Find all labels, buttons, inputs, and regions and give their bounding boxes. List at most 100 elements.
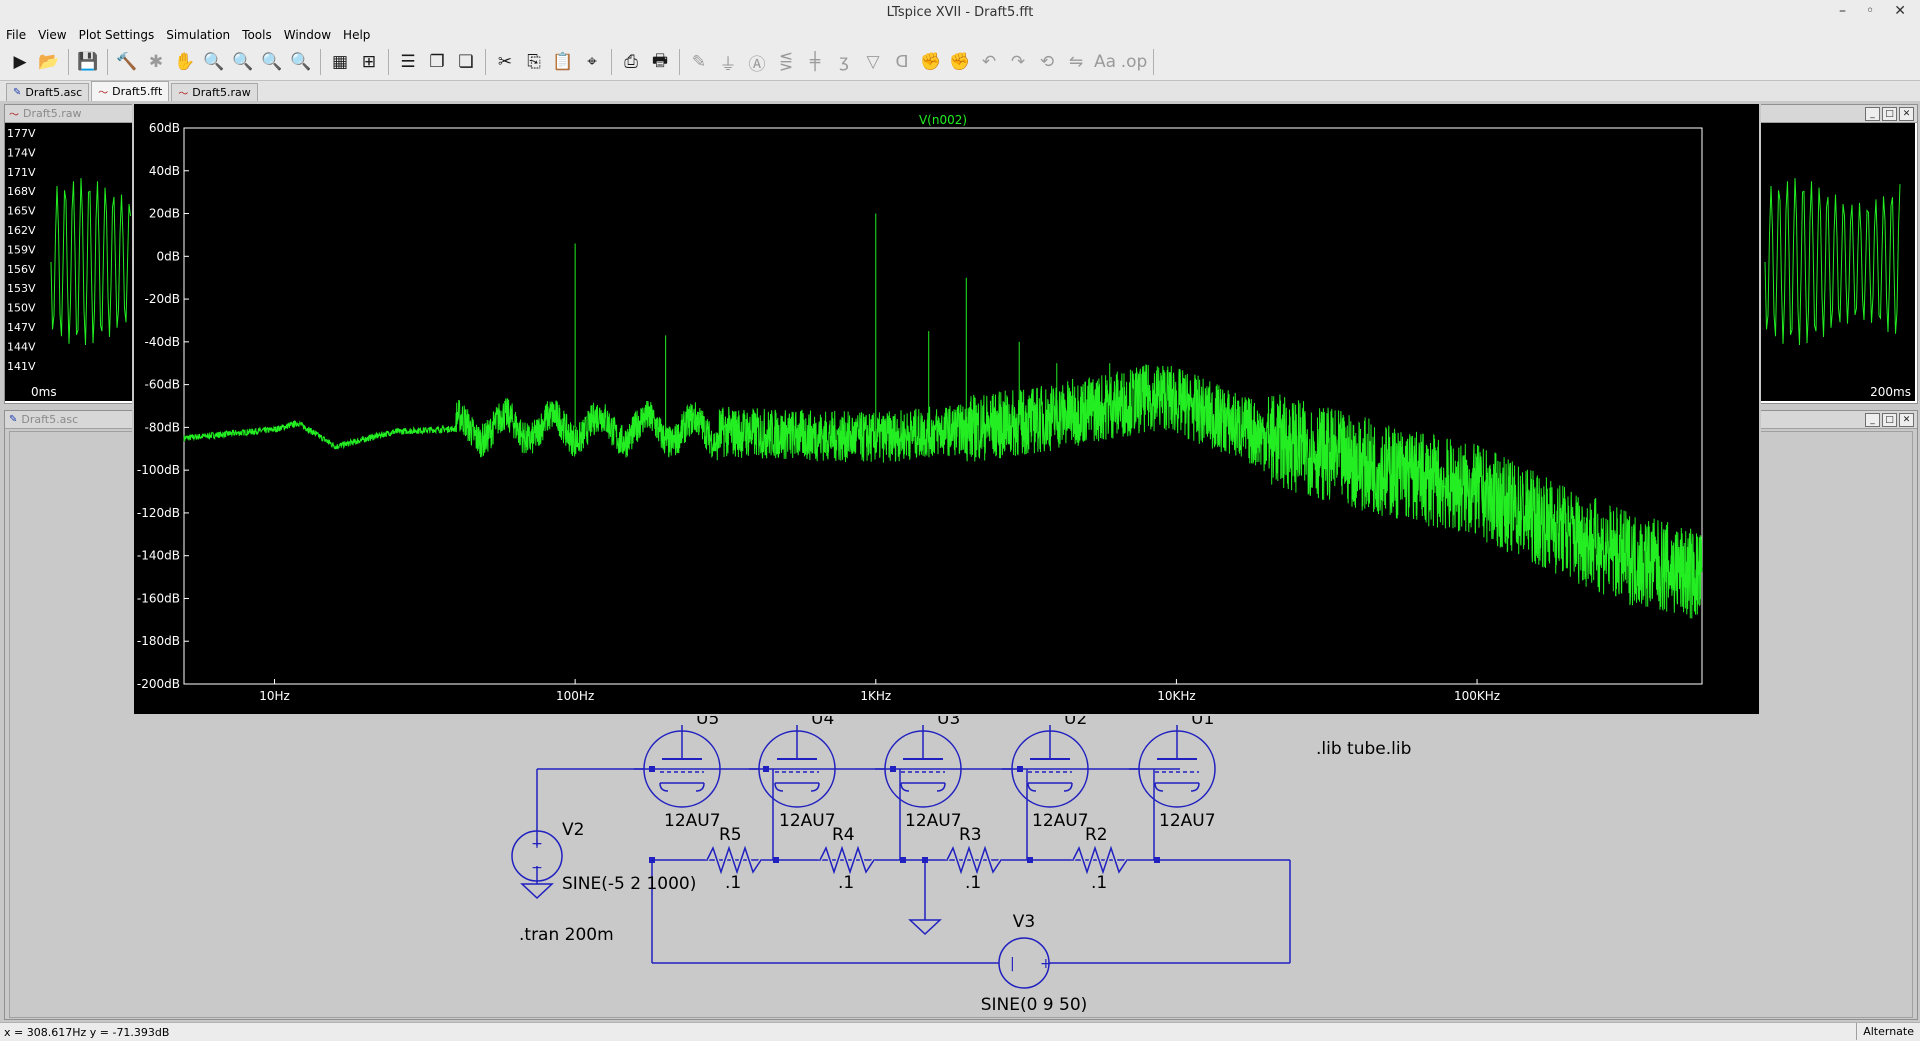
- save-icon[interactable]: 💾: [74, 48, 102, 76]
- find-icon[interactable]: ⌖: [578, 48, 606, 76]
- inductor-icon[interactable]: ʒ: [830, 48, 858, 76]
- junction-dot: [900, 857, 906, 863]
- resistor-icon[interactable]: ⋚: [772, 48, 800, 76]
- tran-directive[interactable]: .tran 200m: [519, 925, 614, 945]
- label-net-icon[interactable]: Ⓐ: [743, 48, 771, 76]
- tube-u3[interactable]: U312AU7: [875, 709, 962, 831]
- paste-icon[interactable]: 📋: [549, 48, 577, 76]
- raw-maximize-button[interactable]: □: [1882, 107, 1897, 121]
- tube-u2[interactable]: U212AU7: [1002, 709, 1089, 831]
- menu-view[interactable]: View: [32, 28, 72, 42]
- tube-model-label: 12AU7: [664, 811, 721, 831]
- tile-vertical-icon[interactable]: ❏: [452, 48, 480, 76]
- raw-waveform-left: [50, 178, 131, 346]
- raw-y-tick-label: 141V: [7, 360, 36, 373]
- x-tick-label: 1KHz: [860, 689, 891, 703]
- asc-minimize-button[interactable]: _: [1865, 413, 1880, 427]
- resistor-r5[interactable]: R5 .1: [705, 825, 763, 893]
- raw-x-start-label: 0ms: [31, 385, 57, 399]
- tab-draft5-fft[interactable]: 〜 Draft5.fft: [91, 81, 170, 101]
- minus-icon: −: [531, 860, 543, 876]
- tube-u1[interactable]: U112AU7: [1129, 709, 1216, 831]
- resistor-r3[interactable]: R3 .1: [945, 825, 1003, 893]
- raw-y-tick-label: 159V: [7, 243, 36, 256]
- raw-y-tick-label: 174V: [7, 146, 36, 159]
- trace-label-v-n002[interactable]: V(n002): [919, 113, 967, 127]
- minimize-button[interactable]: –: [1839, 3, 1846, 19]
- menu-help[interactable]: Help: [337, 28, 376, 42]
- raw-y-axis: 177V 174V 171V 168V 165V 162V 159V 156V 153V 150V…: [7, 127, 36, 373]
- y-tick-label: -180dB: [137, 634, 180, 648]
- raw-y-tick-label: 147V: [7, 321, 36, 334]
- menu-tools[interactable]: Tools: [236, 28, 278, 42]
- draw-wire-icon[interactable]: ✎: [685, 48, 713, 76]
- component-icon[interactable]: ᗡ: [888, 48, 916, 76]
- junction-dot: [1154, 857, 1160, 863]
- resistor-r2[interactable]: R2 .1: [1071, 825, 1129, 893]
- tab-draft5-raw[interactable]: 〜 Draft5.raw: [171, 83, 258, 101]
- zoom-back-icon[interactable]: 🔍: [258, 48, 286, 76]
- tab-draft5-asc[interactable]: ✎ Draft5.asc: [6, 83, 90, 101]
- asc-maximize-button[interactable]: □: [1882, 413, 1897, 427]
- spice-directive-icon[interactable]: .op: [1120, 48, 1148, 76]
- junction-dot: [922, 857, 928, 863]
- asc-close-button[interactable]: ✕: [1899, 413, 1914, 427]
- y-tick-label: -100dB: [137, 463, 180, 477]
- v2-ref-label: V2: [562, 820, 584, 840]
- menu-simulation[interactable]: Simulation: [160, 28, 236, 42]
- run-icon[interactable]: ▶: [6, 48, 34, 76]
- grid-icon[interactable]: ⊞: [355, 48, 383, 76]
- tube-u5[interactable]: U512AU7: [634, 709, 721, 831]
- fft-chart: V(n002) 60dB 40dB 20dB 0dB -20dB -40dB -60dB -8…: [137, 113, 1703, 703]
- close-button[interactable]: ✕: [1894, 3, 1906, 19]
- fft-trace-v-n002[interactable]: [183, 364, 1703, 619]
- window-title: LTspice XVII - Draft5.fft: [886, 5, 1034, 20]
- fft-plot-area[interactable]: V(n002) 60dB 40dB 20dB 0dB -20dB -40dB -60dB -8…: [134, 110, 1755, 710]
- menu-file[interactable]: File: [0, 28, 32, 42]
- plus-icon: +: [531, 836, 543, 852]
- print-icon[interactable]: 🖶: [646, 48, 674, 76]
- zoom-fit-icon[interactable]: 🔍: [287, 48, 315, 76]
- menu-plot-settings[interactable]: Plot Settings: [73, 28, 161, 42]
- resistor-value-label: .1: [725, 873, 741, 893]
- copy-icon[interactable]: ⎘: [520, 48, 548, 76]
- resistor-ref-label: R3: [959, 825, 982, 845]
- raw-minimize-button[interactable]: _: [1865, 107, 1880, 121]
- redo-icon[interactable]: ↷: [1004, 48, 1032, 76]
- probe-icon[interactable]: ✱: [142, 48, 170, 76]
- zoom-out-icon[interactable]: 🔍: [229, 48, 257, 76]
- text-icon[interactable]: Aa: [1091, 48, 1119, 76]
- move-icon[interactable]: ✊: [917, 48, 945, 76]
- tube-u4[interactable]: U412AU7: [749, 709, 836, 831]
- control-panel-icon[interactable]: 🔨: [113, 48, 141, 76]
- junction-dot: [1017, 766, 1023, 772]
- zoom-in-icon[interactable]: 🔍: [200, 48, 228, 76]
- cascade-icon[interactable]: ❐: [423, 48, 451, 76]
- mirror-icon[interactable]: ⇋: [1062, 48, 1090, 76]
- autorange-icon[interactable]: ▦: [326, 48, 354, 76]
- rotate-icon[interactable]: ⟲: [1033, 48, 1061, 76]
- fft-plot-window[interactable]: V(n002) 60dB 40dB 20dB 0dB -20dB -40dB -60dB -8…: [132, 102, 1761, 716]
- tile-horizontal-icon[interactable]: ☰: [394, 48, 422, 76]
- ground-icon[interactable]: ⏚: [714, 48, 742, 76]
- capacitor-icon[interactable]: ╪: [801, 48, 829, 76]
- x-tick-label: 100Hz: [556, 689, 594, 703]
- restore-button[interactable]: ◦: [1866, 3, 1874, 19]
- diode-icon[interactable]: ▽: [859, 48, 887, 76]
- y-tick-label: 40dB: [149, 164, 180, 178]
- title-bar: LTspice XVII - Draft5.fft – ◦ ✕: [0, 0, 1920, 27]
- raw-close-button[interactable]: ✕: [1899, 107, 1914, 121]
- lib-directive[interactable]: .lib tube.lib: [1316, 739, 1411, 759]
- schematic-icon: ✎: [13, 87, 22, 98]
- print-preview-icon[interactable]: ⎙: [617, 48, 645, 76]
- pan-hand-icon[interactable]: ✋: [171, 48, 199, 76]
- waveform-icon: 〜: [98, 88, 109, 99]
- y-tick-label: -200dB: [137, 677, 180, 691]
- menu-window[interactable]: Window: [278, 28, 337, 42]
- undo-icon[interactable]: ↶: [975, 48, 1003, 76]
- resistor-r4[interactable]: R4 .1: [818, 825, 876, 893]
- open-folder-icon[interactable]: 📂: [35, 48, 63, 76]
- drag-icon[interactable]: ✊: [946, 48, 974, 76]
- cut-icon[interactable]: ✂: [491, 48, 519, 76]
- y-tick-label: 0dB: [157, 249, 180, 263]
